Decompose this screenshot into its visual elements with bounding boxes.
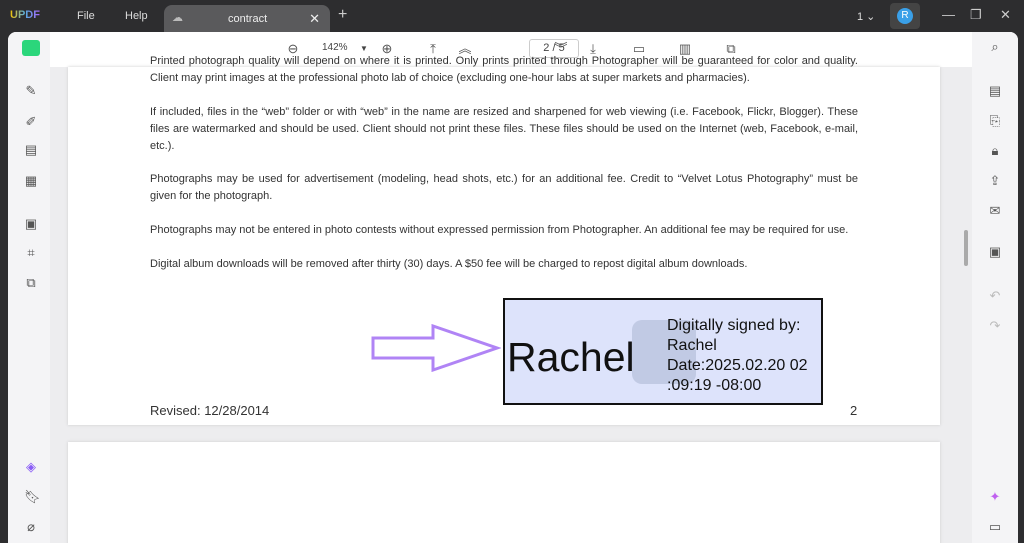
cloud-icon: ☁ (172, 12, 183, 24)
tab-title: contract (228, 13, 268, 25)
menu-help[interactable]: Help (125, 10, 148, 22)
right-toolbar: ⌕ ▤ ⎘ 🔒︎ ⇪ ✉ ▣ ↶ ↷ ✦ ▭ (972, 32, 1018, 543)
updf-logo: UPDF (10, 9, 40, 21)
redo-icon[interactable]: ↷ (988, 319, 1002, 333)
ocr-icon[interactable]: ▤ (988, 84, 1002, 98)
signature-name: Rachel (507, 334, 635, 380)
bookmark-icon[interactable]: 🔖︎ (24, 490, 41, 504)
paragraph: Photographs may not be entered in photo … (150, 224, 849, 236)
close-window-button[interactable]: ✕ (1000, 7, 1011, 23)
signature-line: Digitally signed by: (667, 317, 801, 334)
zoom-level[interactable]: 142% (322, 42, 348, 53)
arrow-annotation[interactable] (371, 324, 501, 372)
signature-info: Digitally signed by: Rachel Date:2025.02… (667, 316, 808, 396)
paragraph: Digital album downloads will be removed … (150, 258, 748, 270)
maximize-button[interactable]: ❐ (970, 7, 982, 23)
minimize-button[interactable]: — (942, 7, 955, 22)
form-icon[interactable]: ▤ (24, 143, 38, 157)
scrollbar[interactable] (964, 230, 968, 266)
paragraph: If included, files in the “web” folder o… (150, 106, 858, 152)
tab-contract[interactable]: ☁ contract ✕ (164, 5, 330, 32)
email-icon[interactable]: ✉ (988, 204, 1002, 218)
organize-pages-icon[interactable]: ▣ (24, 217, 38, 231)
undo-icon[interactable]: ↶ (988, 289, 1002, 303)
signature-line: Date:2025.02.20 02 (667, 357, 808, 374)
menu-file[interactable]: File (77, 10, 95, 22)
attachment-icon[interactable]: ⌀ (24, 520, 38, 534)
signature-line: Rachel (667, 337, 717, 354)
protect-icon[interactable]: 🔒︎ (988, 144, 1002, 158)
page-number: 2 (850, 403, 858, 418)
signature-box[interactable]: Rachel Digitally signed by: Rachel Date:… (503, 298, 823, 405)
tools-icon[interactable]: ⧉ (24, 276, 38, 290)
pdf-page-3 (68, 442, 940, 543)
page-count-dropdown[interactable]: 1 ⌄ (857, 10, 875, 23)
workspace: ✎ ✐ ▤ ▦ ▣ ⌗ ⧉ ◈ 🔖︎ ⌀ ⊖ 142% ▼ ⊕ ⤒ ︽ 2 / … (8, 32, 1018, 543)
close-tab-icon[interactable]: ✕ (309, 11, 320, 27)
fill-sign-icon[interactable]: ▦ (24, 174, 38, 188)
share-icon[interactable]: ⇪ (988, 174, 1002, 188)
comment-icon[interactable]: ▭ (988, 520, 1002, 534)
pdf-page-2: Printed photograph quality will depend o… (68, 55, 940, 425)
convert-icon[interactable]: ⎘ (988, 114, 1002, 128)
crop-icon[interactable]: ⌗ (24, 246, 38, 260)
title-bar: UPDF File Help ☁ contract ✕ + 1 ⌄ R — ❐ … (0, 0, 1024, 32)
avatar[interactable]: R (890, 3, 920, 29)
edit-text-icon[interactable]: ✐ (24, 115, 38, 129)
layers-icon[interactable]: ◈ (24, 460, 38, 474)
signature-line: :09:19 -08:00 (667, 377, 762, 394)
page-count: 1 (857, 11, 864, 23)
paragraph: Photographs may be used for advertisemen… (150, 173, 858, 202)
new-tab-button[interactable]: + (338, 6, 347, 24)
save-icon[interactable]: ▣ (988, 245, 1002, 259)
highlight-icon[interactable]: ✎ (24, 84, 38, 98)
reader-icon[interactable] (22, 40, 40, 56)
paragraph: Printed photograph quality will depend o… (150, 55, 858, 84)
revised-date: Revised: 12/28/2014 (150, 403, 270, 418)
avatar-letter: R (897, 8, 913, 24)
zoom-dropdown-icon[interactable]: ▼ (360, 44, 368, 53)
left-toolbar: ✎ ✐ ▤ ▦ ▣ ⌗ ⧉ ◈ 🔖︎ ⌀ (8, 32, 50, 543)
ai-assistant-icon[interactable]: ✦ (988, 490, 1002, 504)
search-icon[interactable]: ⌕ (988, 40, 1002, 54)
